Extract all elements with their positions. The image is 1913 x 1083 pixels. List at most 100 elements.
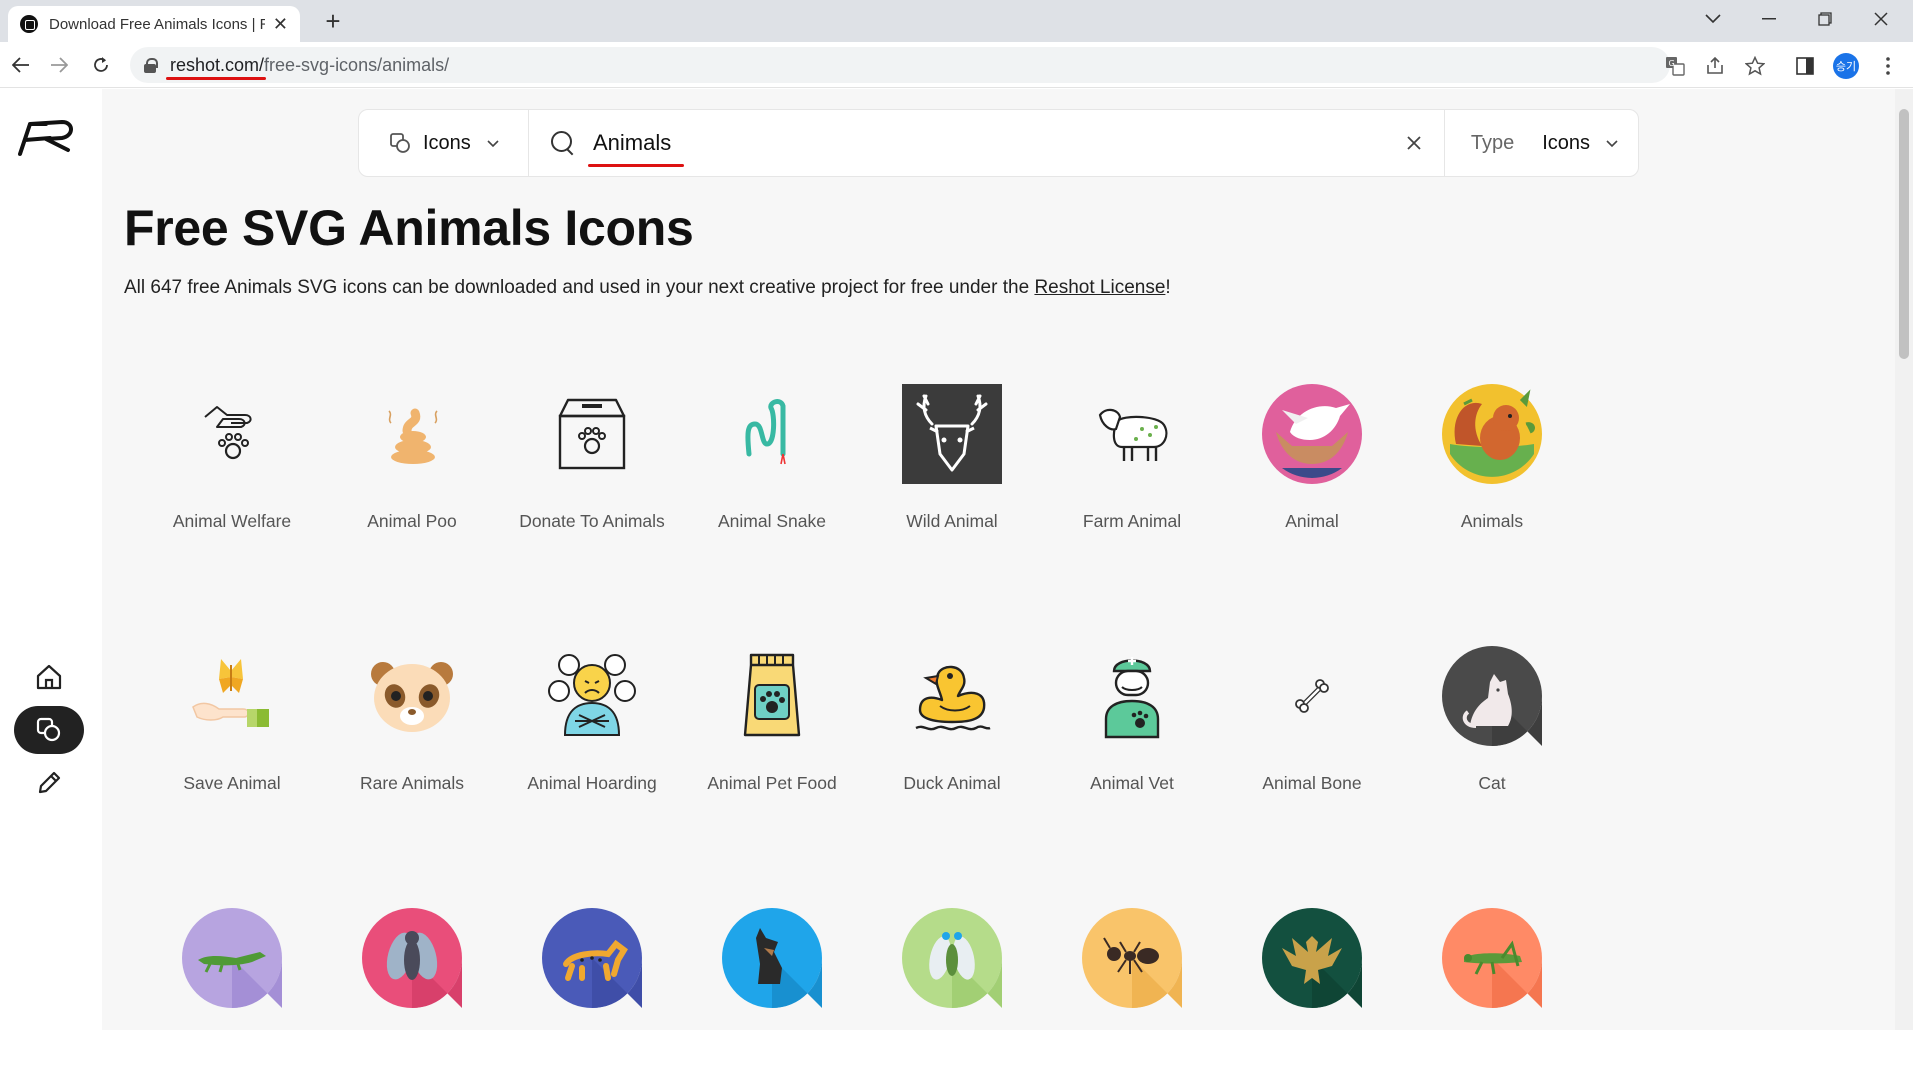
profile-avatar[interactable]: 승기 bbox=[1833, 53, 1859, 79]
icon-card[interactable]: Duck Animal bbox=[852, 591, 1032, 821]
icon-card[interactable]: Animal Vet bbox=[1032, 591, 1212, 821]
icon-card[interactable]: Animals bbox=[1392, 329, 1572, 559]
icon-card[interactable] bbox=[312, 853, 492, 1083]
icon-card-name: Animal Poo bbox=[367, 511, 457, 531]
deer-icon bbox=[902, 384, 1002, 484]
search-input[interactable] bbox=[593, 130, 1293, 156]
chevron-down-icon bbox=[1606, 135, 1618, 151]
scrollbar-thumb[interactable] bbox=[1899, 109, 1909, 359]
icon-card[interactable]: Animal Bone bbox=[1212, 591, 1392, 821]
page-scrollbar[interactable] bbox=[1895, 89, 1913, 1030]
icon-card-name: Animal Bone bbox=[1262, 773, 1362, 793]
reload-icon[interactable] bbox=[86, 50, 116, 80]
home-icon[interactable] bbox=[14, 653, 84, 701]
squirrel-icon bbox=[1442, 384, 1542, 484]
icon-card[interactable] bbox=[852, 853, 1032, 1083]
asset-type-icon bbox=[390, 133, 410, 153]
new-tab-button[interactable]: + bbox=[318, 6, 348, 36]
back-arrow-icon[interactable] bbox=[6, 50, 36, 80]
search-icon bbox=[551, 131, 575, 155]
icon-card-name: Farm Animal bbox=[1082, 511, 1182, 531]
close-window-icon[interactable] bbox=[1853, 0, 1909, 38]
asset-type-label: Icons bbox=[423, 131, 471, 154]
url-host: reshot.com/ bbox=[170, 54, 265, 75]
icon-card[interactable]: Donate To Animals bbox=[492, 329, 672, 559]
forward-arrow-icon[interactable] bbox=[44, 50, 74, 80]
reshot-logo[interactable] bbox=[16, 118, 78, 158]
search-field bbox=[529, 110, 1385, 176]
type-filter-dropdown[interactable]: Type Icons bbox=[1445, 132, 1638, 155]
icon-card-name: Animals bbox=[1460, 511, 1524, 531]
poo-icon bbox=[362, 384, 462, 484]
crocodile-icon bbox=[182, 908, 282, 1008]
sheep-icon bbox=[1082, 384, 1182, 484]
reshot-license-link[interactable]: Reshot License bbox=[1034, 277, 1165, 298]
butterfly-hand-icon bbox=[182, 646, 282, 746]
icon-card[interactable] bbox=[132, 853, 312, 1083]
donation-box-icon bbox=[542, 384, 642, 484]
grasshopper-icon bbox=[1442, 908, 1542, 1008]
icon-card[interactable]: Wild Animal bbox=[852, 329, 1032, 559]
icon-card-name: Animal Vet bbox=[1090, 773, 1174, 793]
tab-close-icon[interactable]: ✕ bbox=[273, 14, 288, 35]
cat-icon bbox=[1442, 646, 1542, 746]
icon-card-name: Animal Hoarding bbox=[527, 773, 657, 793]
page: Icons Type Icons Free SVG Anima bbox=[0, 89, 1895, 1030]
icon-card[interactable]: Farm Animal bbox=[1032, 329, 1212, 559]
icon-card[interactable]: Rare Animals bbox=[312, 591, 492, 821]
url-underline-annotation bbox=[166, 76, 266, 80]
reshot-favicon-icon bbox=[20, 15, 38, 33]
hand-paw-icon bbox=[182, 384, 282, 484]
icon-card-name: Save Animal bbox=[183, 773, 281, 793]
icon-card[interactable]: Animal Snake bbox=[672, 329, 852, 559]
main-content: Icons Type Icons Free SVG Anima bbox=[102, 89, 1895, 1030]
pencil-icon[interactable] bbox=[14, 759, 84, 807]
tab-title: Download Free Animals Icons | R bbox=[49, 15, 265, 33]
left-navigation bbox=[0, 89, 102, 1030]
side-panel-icon[interactable] bbox=[1793, 54, 1817, 78]
icon-card[interactable]: Animal Poo bbox=[312, 329, 492, 559]
icon-card[interactable] bbox=[492, 853, 672, 1083]
svg-text:G: G bbox=[1669, 59, 1675, 68]
icon-card-name: Donate To Animals bbox=[519, 511, 665, 531]
query-underline-annotation bbox=[588, 164, 684, 167]
hoarder-icon bbox=[542, 646, 642, 746]
icons-nav-icon[interactable] bbox=[14, 706, 84, 754]
clear-search-icon[interactable] bbox=[1385, 110, 1445, 176]
page-title: Free SVG Animals Icons bbox=[124, 200, 694, 256]
icon-card[interactable]: Animal bbox=[1212, 329, 1392, 559]
pet-food-bag-icon bbox=[722, 646, 822, 746]
asset-type-dropdown[interactable]: Icons bbox=[359, 110, 529, 176]
icon-card-name: Animal Welfare bbox=[172, 511, 292, 531]
icon-card[interactable]: Animal Hoarding bbox=[492, 591, 672, 821]
search-bar: Icons Type Icons bbox=[358, 109, 1639, 177]
icon-card[interactable]: Cat bbox=[1392, 591, 1572, 821]
icon-card-name: Duck Animal bbox=[903, 773, 1001, 793]
icon-card[interactable]: Save Animal bbox=[132, 591, 312, 821]
icon-card[interactable] bbox=[672, 853, 852, 1083]
tab-search-chevron-icon[interactable] bbox=[1685, 0, 1741, 38]
icon-card[interactable] bbox=[1392, 853, 1572, 1083]
icon-card[interactable] bbox=[1032, 853, 1212, 1083]
icon-card[interactable] bbox=[1212, 853, 1392, 1083]
icon-card[interactable]: Animal Pet Food bbox=[672, 591, 852, 821]
red-panda-icon bbox=[362, 646, 462, 746]
restore-icon[interactable] bbox=[1797, 0, 1853, 38]
icon-card[interactable]: Animal Welfare bbox=[132, 329, 312, 559]
browser-tab[interactable]: Download Free Animals Icons | R ✕ bbox=[8, 6, 300, 42]
icon-card-name: Cat bbox=[1478, 773, 1506, 793]
dog-icon bbox=[722, 908, 822, 1008]
address-bar[interactable]: reshot.com/free-svg-icons/animals/ bbox=[130, 47, 1670, 83]
icon-card-name: Animal Snake bbox=[718, 511, 826, 531]
translate-icon[interactable]: G bbox=[1663, 54, 1687, 78]
bookmark-star-icon[interactable] bbox=[1743, 54, 1767, 78]
lock-icon bbox=[144, 58, 158, 73]
icon-card-name: Animal bbox=[1285, 511, 1339, 531]
icon-card-name: Rare Animals bbox=[359, 773, 465, 793]
more-menu-icon[interactable] bbox=[1876, 54, 1900, 78]
minimize-icon[interactable] bbox=[1741, 0, 1797, 38]
share-icon[interactable] bbox=[1703, 54, 1727, 78]
type-filter-label: Type bbox=[1470, 131, 1515, 154]
type-filter-value: Icons bbox=[1542, 131, 1590, 154]
description-end: ! bbox=[1165, 277, 1171, 298]
